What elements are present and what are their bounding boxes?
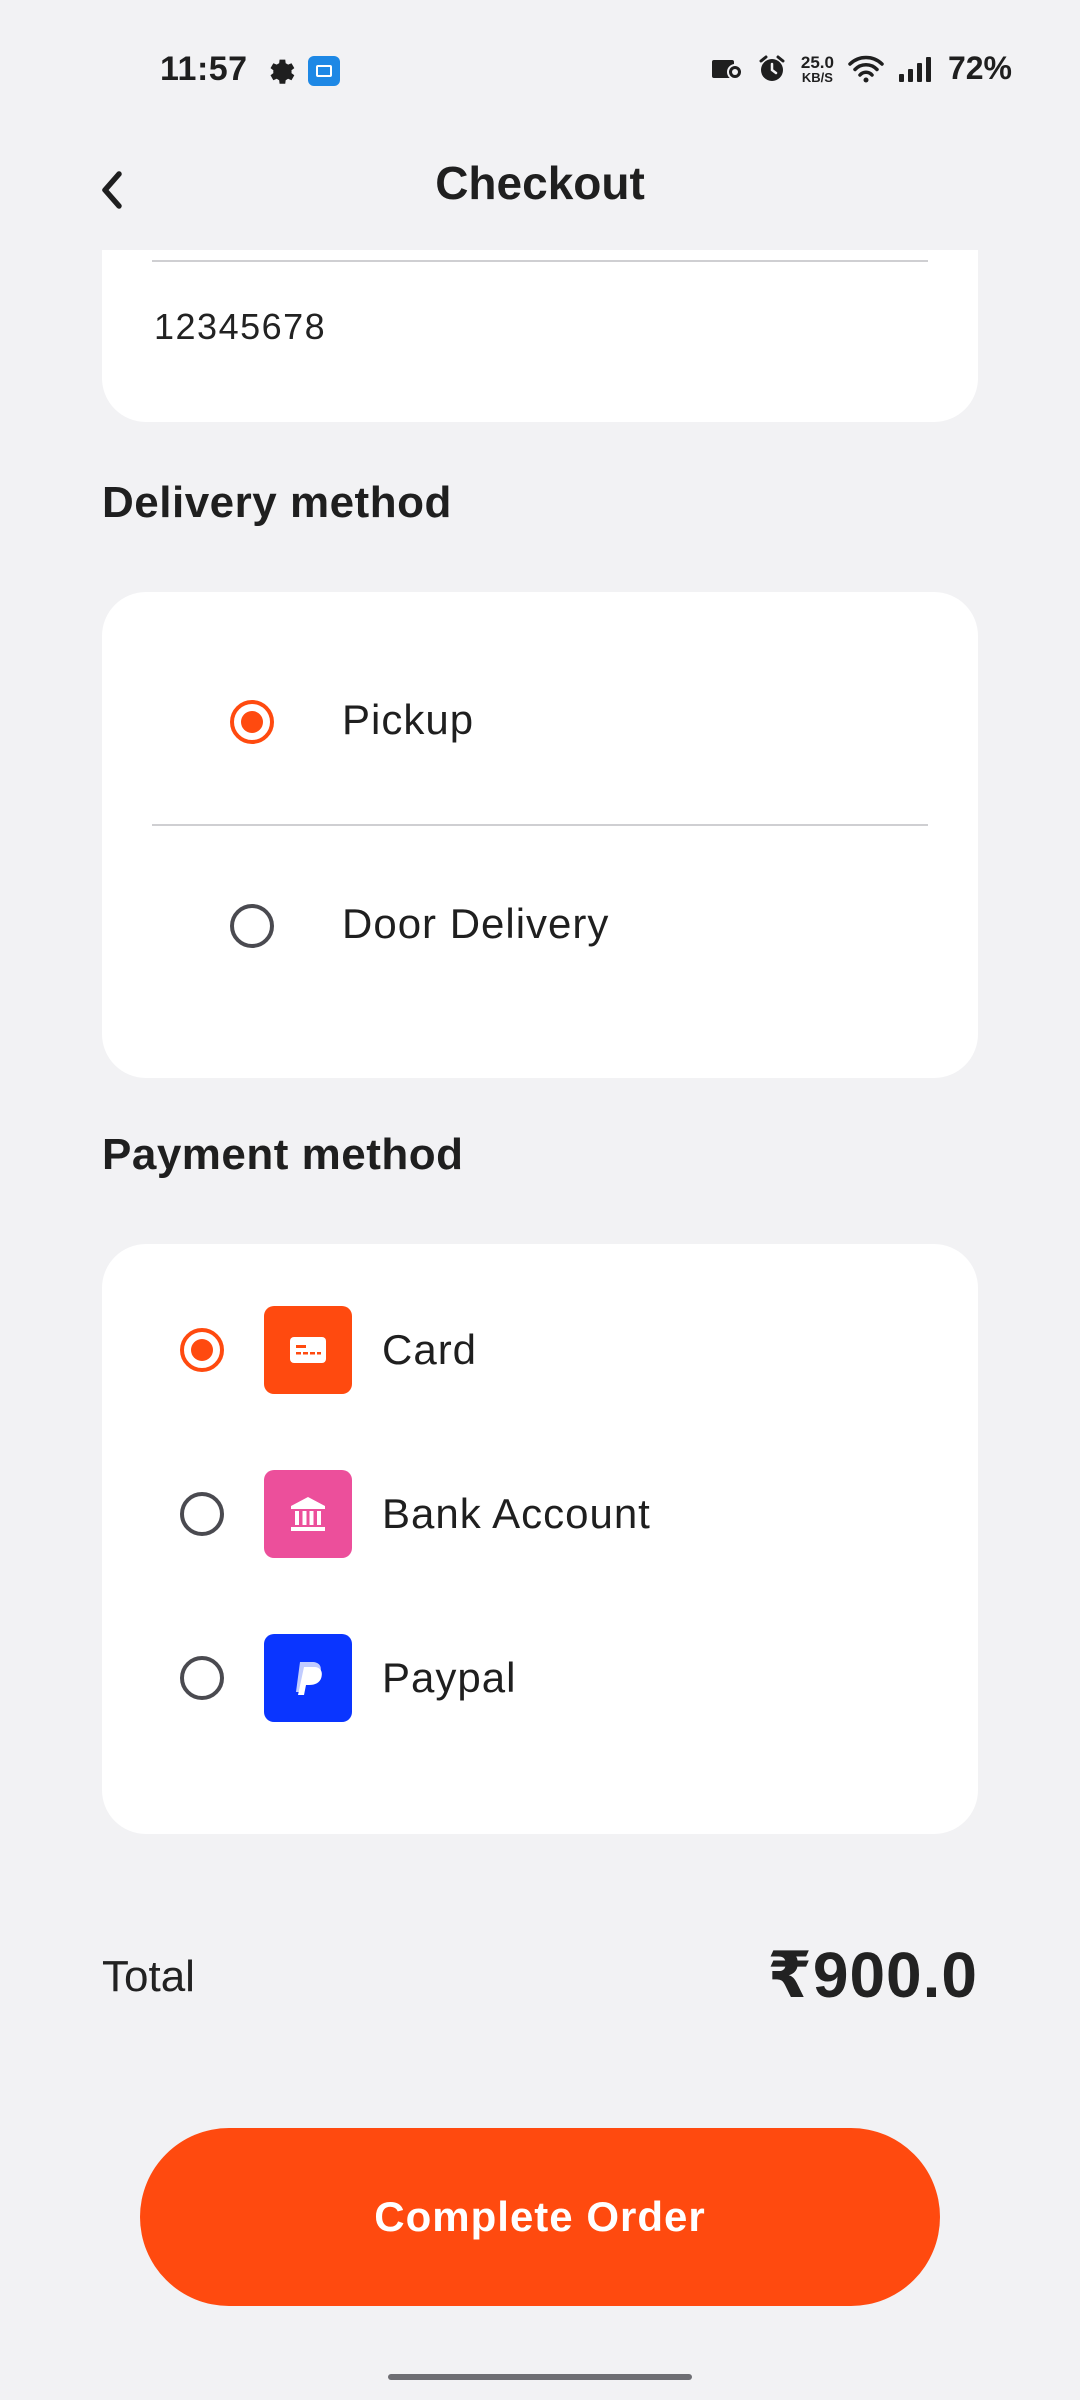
delivery-method-title: Delivery method [102,478,452,527]
notification-app-icon [308,56,340,86]
network-speed-unit: KB/S [801,69,833,85]
page-title: Checkout [435,157,645,209]
alarm-icon [759,55,785,81]
paypal-label[interactable]: Paypal [382,1654,516,1702]
pickup-label[interactable]: Pickup [342,696,474,744]
delivery-method-card: Pickup Door Delivery [102,592,978,1078]
door-delivery-radio[interactable] [230,904,274,948]
status-indicators: 25.0 KB/S 72% [711,50,1012,87]
status-time: 11:57 [160,50,248,88]
settings-gear-icon [270,59,295,84]
divider [152,824,928,826]
door-delivery-label[interactable]: Door Delivery [342,900,609,948]
wifi-icon [848,55,884,82]
app-header: Checkout [0,140,1080,250]
complete-order-button[interactable]: Complete Order [140,2128,940,2306]
bank-icon [264,1470,352,1558]
total-amount: ₹900.0 [767,1939,978,2011]
bank-account-radio[interactable] [180,1492,224,1536]
network-speed-value: 25.0 [800,52,834,72]
total-label: Total [102,1952,195,2001]
phone-number-value[interactable]: 12345678 [154,306,326,348]
card-label[interactable]: Card [382,1326,477,1374]
screen-record-icon [711,59,743,80]
card-icon [264,1306,352,1394]
paypal-radio[interactable] [180,1656,224,1700]
cellular-signal-icon [898,56,931,82]
contact-card: 12345678 [102,250,978,422]
payment-method-title: Payment method [102,1130,464,1179]
divider [152,260,928,262]
payment-method-card: Card Bank Account Paypal [102,1244,978,1834]
card-radio[interactable] [180,1328,224,1372]
pickup-radio[interactable] [230,700,274,744]
status-bar: 11:57 25.0 KB/S 72% [0,0,1080,140]
network-speed: 25.0 KB/S [801,54,834,84]
bank-account-label[interactable]: Bank Account [382,1490,651,1538]
paypal-icon [264,1634,352,1722]
home-indicator[interactable] [388,2374,692,2380]
battery-level: 72% [947,50,1012,86]
